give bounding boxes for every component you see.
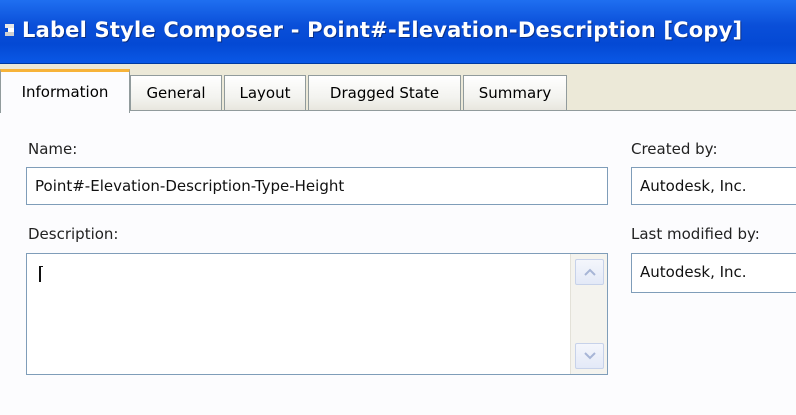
last-modified-by-label: Last modified by: <box>631 225 760 243</box>
description-field[interactable] <box>26 253 608 375</box>
text-caret <box>39 266 43 282</box>
created-by-label: Created by: <box>631 140 718 158</box>
app-icon <box>4 18 20 42</box>
description-scrollbar[interactable] <box>570 254 607 374</box>
tab-layout[interactable]: Layout <box>224 75 306 112</box>
chevron-up-icon <box>584 268 596 276</box>
tab-general-label: General <box>146 84 206 102</box>
created-by-field[interactable]: Autodesk, Inc. <box>631 167 796 205</box>
tab-information[interactable]: Information <box>0 69 130 113</box>
name-label: Name: <box>28 140 78 158</box>
last-modified-by-field[interactable]: Autodesk, Inc. <box>631 253 796 293</box>
tab-information-label: Information <box>21 83 109 101</box>
tab-dragged-state[interactable]: Dragged State <box>308 75 461 112</box>
name-field[interactable]: Point#-Elevation-Description-Type-Height <box>26 167 608 205</box>
chevron-down-icon <box>584 352 596 360</box>
description-label: Description: <box>28 225 119 243</box>
scroll-up-button[interactable] <box>575 259 604 285</box>
tab-dragged-state-label: Dragged State <box>329 84 440 102</box>
scroll-down-button[interactable] <box>575 343 604 369</box>
tab-summary[interactable]: Summary <box>463 75 567 112</box>
title-bar[interactable]: Label Style Composer - Point#-Elevation-… <box>0 0 796 64</box>
information-panel: Name: Point#-Elevation-Description-Type-… <box>0 110 796 415</box>
tab-strip: Information General Layout Dragged State… <box>0 64 796 113</box>
tab-summary-label: Summary <box>478 84 552 102</box>
window-title: Label Style Composer - Point#-Elevation-… <box>22 18 743 42</box>
tab-layout-label: Layout <box>239 84 291 102</box>
tab-general[interactable]: General <box>130 75 222 112</box>
